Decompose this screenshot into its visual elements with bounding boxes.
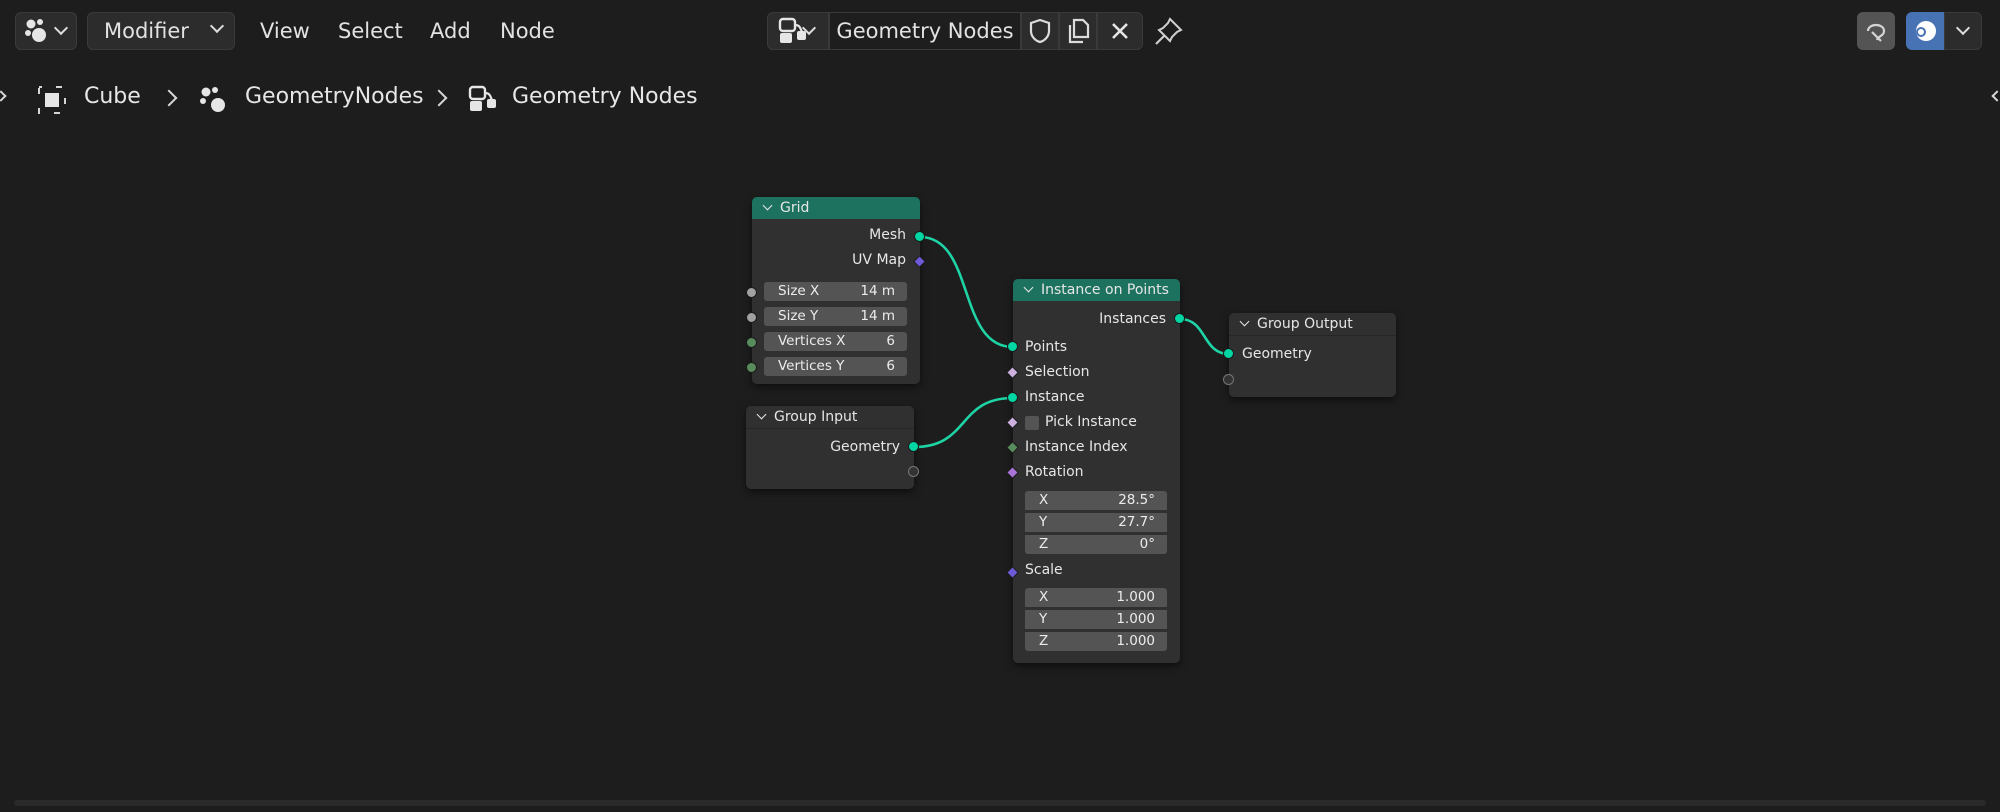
- input-pick-instance-label: Pick Instance: [1045, 414, 1137, 430]
- instances-output-socket[interactable]: [1174, 313, 1185, 324]
- group-output-geometry-socket[interactable]: [1223, 348, 1234, 359]
- grid-mesh-output-socket[interactable]: [914, 231, 925, 242]
- grid-node-header[interactable]: Grid: [752, 197, 920, 219]
- vertices-x-value: 6: [886, 333, 895, 349]
- grid-size-x-socket[interactable]: [746, 287, 757, 298]
- link-grid-mesh-to-points[interactable]: [919, 235, 1014, 349]
- size-y-label: Size Y: [778, 308, 819, 324]
- rotation-y-label: Y: [1039, 514, 1048, 530]
- size-x-field[interactable]: Size X 14 m: [764, 282, 907, 301]
- input-instance-index-label: Instance Index: [1025, 439, 1128, 455]
- size-y-field[interactable]: Size Y 14 m: [764, 307, 907, 326]
- scale-x-field[interactable]: X 1.000: [1025, 588, 1167, 607]
- collapse-chevron-icon[interactable]: [762, 200, 773, 211]
- group-input-geometry-label: Geometry: [830, 439, 900, 455]
- link-instances-to-group-output[interactable]: [1179, 317, 1230, 356]
- output-uvmap-label: UV Map: [852, 252, 906, 268]
- vertices-y-label: Vertices Y: [778, 358, 845, 374]
- vertices-y-value: 6: [886, 358, 895, 374]
- size-y-value: 14 m: [860, 308, 895, 324]
- horizontal-scrollbar[interactable]: [14, 800, 1986, 806]
- node-links: [913, 235, 1230, 449]
- link-group-input-to-instance[interactable]: [913, 396, 1014, 449]
- grid-node-title: Grid: [780, 200, 810, 216]
- collapse-chevron-icon[interactable]: [1239, 316, 1250, 327]
- group-output-geometry-label: Geometry: [1242, 346, 1312, 362]
- size-x-value: 14 m: [860, 283, 895, 299]
- rotation-x-field[interactable]: X 28.5°: [1025, 491, 1167, 510]
- scale-y-value: 1.000: [1116, 611, 1155, 627]
- vertices-x-field[interactable]: Vertices X 6: [764, 332, 907, 351]
- rotation-z-field[interactable]: Z 0°: [1025, 535, 1167, 554]
- instance-on-points-node-title: Instance on Points: [1041, 282, 1169, 298]
- group-input-node[interactable]: Group Input Geometry: [746, 406, 914, 489]
- group-input-node-title: Group Input: [774, 409, 858, 425]
- input-selection-label: Selection: [1025, 364, 1090, 380]
- scale-z-field[interactable]: Z 1.000: [1025, 632, 1167, 651]
- group-input-node-header[interactable]: Group Input: [746, 406, 914, 429]
- group-input-geometry-socket[interactable]: [908, 441, 919, 452]
- grid-vertices-y-socket[interactable]: [746, 362, 757, 373]
- grid-size-y-socket[interactable]: [746, 312, 757, 323]
- rotation-x-label: X: [1039, 492, 1049, 508]
- group-output-empty-socket[interactable]: [1223, 374, 1234, 385]
- rotation-z-value: 0°: [1139, 536, 1155, 552]
- input-scale-label: Scale: [1025, 562, 1063, 578]
- grid-vertices-x-socket[interactable]: [746, 337, 757, 348]
- group-output-node[interactable]: Group Output Geometry: [1229, 313, 1396, 397]
- vertices-x-label: Vertices X: [778, 333, 846, 349]
- grid-node[interactable]: Grid Mesh UV Map Size X 14 m Size Y 14 m…: [752, 197, 920, 384]
- output-instances-label: Instances: [1099, 311, 1166, 327]
- collapse-chevron-icon[interactable]: [756, 409, 767, 420]
- collapse-chevron-icon[interactable]: [1023, 282, 1034, 293]
- size-x-label: Size X: [778, 283, 820, 299]
- scale-y-label: Y: [1039, 611, 1048, 627]
- input-instance-label: Instance: [1025, 389, 1085, 405]
- input-points-label: Points: [1025, 339, 1068, 355]
- group-input-empty-socket[interactable]: [908, 466, 919, 477]
- rotation-x-value: 28.5°: [1118, 492, 1155, 508]
- pick-instance-checkbox[interactable]: [1025, 416, 1039, 430]
- instance-on-points-node[interactable]: Instance on Points Instances Points Sele…: [1013, 279, 1180, 663]
- scale-x-label: X: [1039, 589, 1049, 605]
- input-rotation-label: Rotation: [1025, 464, 1084, 480]
- scale-z-value: 1.000: [1116, 633, 1155, 649]
- group-output-node-header[interactable]: Group Output: [1229, 313, 1396, 336]
- output-mesh-label: Mesh: [869, 227, 906, 243]
- group-output-node-title: Group Output: [1257, 316, 1353, 332]
- scale-x-value: 1.000: [1116, 589, 1155, 605]
- rotation-y-field[interactable]: Y 27.7°: [1025, 513, 1167, 532]
- scale-y-field[interactable]: Y 1.000: [1025, 610, 1167, 629]
- points-input-socket[interactable]: [1007, 341, 1018, 352]
- rotation-z-label: Z: [1039, 536, 1049, 552]
- scale-z-label: Z: [1039, 633, 1049, 649]
- instance-input-socket[interactable]: [1007, 392, 1018, 403]
- instance-on-points-node-header[interactable]: Instance on Points: [1013, 279, 1180, 301]
- rotation-y-value: 27.7°: [1118, 514, 1155, 530]
- vertices-y-field[interactable]: Vertices Y 6: [764, 357, 907, 376]
